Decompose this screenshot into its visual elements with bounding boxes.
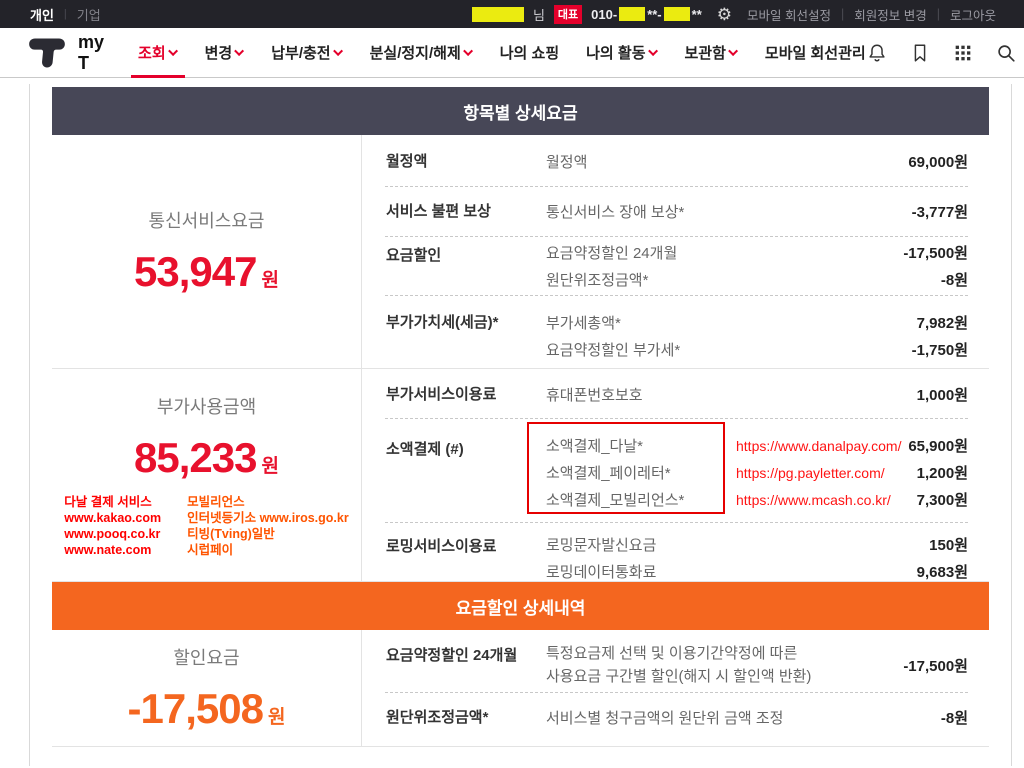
- apps-grid-icon[interactable]: [952, 42, 974, 64]
- nav-item-change[interactable]: 변경: [205, 28, 245, 78]
- chevron-down-icon: [647, 46, 658, 57]
- chevron-down-icon: [462, 46, 473, 57]
- row-label: 로밍서비스이용료: [386, 538, 497, 555]
- table-row: 로밍서비스이용료 로밍문자발신요금 150원 로밍데이터통화료 9,683원: [362, 523, 989, 596]
- summary-title: 할인요금: [173, 647, 240, 668]
- row-label: 요금약정할인 24개월: [386, 647, 518, 664]
- table-row: 요금약정할인 24개월 특정요금제 선택 및 이용기간약정에 따른 사용요금 구…: [362, 632, 989, 692]
- section-header-itemized-charges: 항목별 상세요금: [52, 87, 989, 135]
- redacted-phone-part: [663, 7, 690, 21]
- payment-url-link[interactable]: https://pg.payletter.com/: [724, 465, 917, 481]
- table-row: 월정액 월정액 69,000원: [362, 137, 989, 186]
- summary-additional-usage: 부가사용금액 85,233 원 다날 결제 서비스 www.kakao.com ww…: [52, 369, 362, 581]
- segment-personal[interactable]: 개인: [30, 5, 54, 24]
- chevron-down-icon: [234, 46, 245, 57]
- bookmark-icon[interactable]: [909, 42, 931, 64]
- annotation-mobilians-services: 모빌리언스 인터넷등기소 www.iros.go.kr 티빙(Tving)일반 시럽…: [187, 494, 349, 557]
- t-logo-icon[interactable]: [28, 36, 66, 70]
- summary-amount: 53,947 원: [134, 248, 279, 295]
- summary-title: 부가사용금액: [156, 396, 257, 417]
- divider: |: [936, 7, 940, 21]
- nav-item-mobile-line-mgmt[interactable]: 모바일 회선관리: [765, 28, 866, 78]
- section-telecom-service: 통신서비스요금 53,947 원 월정액 월정액 69,000원 서비스 불편 보상…: [52, 135, 989, 369]
- utility-bar: 개인 | 기업 님 대표 010- **- ** ⚙ 모바일 회선설정 | 회원정보…: [0, 0, 1024, 28]
- divider: |: [63, 8, 67, 20]
- chevron-down-icon: [167, 46, 178, 57]
- section-additional-usage: 부가사용금액 85,233 원 다날 결제 서비스 www.kakao.com ww…: [52, 369, 989, 582]
- main-navbar: my T 조회 변경 납부/충전 분실/정지/해제 나의 쇼핑 나의 활동 보관…: [0, 28, 1024, 78]
- row-label: 부가가치세(세금)*: [386, 314, 499, 331]
- chevron-down-icon: [728, 46, 738, 57]
- nav-item-loss-suspend[interactable]: 분실/정지/해제: [370, 28, 473, 78]
- nav-item-my-activity[interactable]: 나의 활동: [586, 28, 658, 78]
- representative-badge: 대표: [553, 4, 583, 24]
- nav-item-inquiry[interactable]: 조회: [131, 28, 185, 78]
- bill-detail-frame: 항목별 상세요금 통신서비스요금 53,947 원 월정액 월정액 69,000원 …: [29, 84, 1012, 766]
- nav-item-payment-recharge[interactable]: 납부/충전: [271, 28, 343, 78]
- row-label: 원단위조정금액*: [386, 709, 489, 726]
- chevron-down-icon: [332, 46, 343, 57]
- summary-amount: 85,233 원: [134, 433, 279, 481]
- bell-icon[interactable]: [866, 42, 888, 64]
- link-mobile-line-settings[interactable]: 모바일 회선설정: [747, 5, 831, 24]
- redacted-user-name: [471, 6, 524, 22]
- search-icon[interactable]: [995, 42, 1017, 64]
- table-row: 부가서비스이용료 휴대폰번호보호 1,000원: [362, 371, 989, 418]
- user-name-suffix: 님: [532, 7, 545, 23]
- summary-title: 통신서비스요금: [148, 211, 265, 231]
- gear-icon[interactable]: ⚙: [717, 6, 732, 23]
- redacted-phone-part: [619, 7, 646, 21]
- brand-my-t[interactable]: my T: [78, 32, 104, 74]
- summary-telecom-service: 통신서비스요금 53,947 원: [52, 135, 362, 368]
- table-row: 서비스 불편 보상 통신서비스 장애 보상* -3,777원: [362, 187, 989, 236]
- nav-menu: 조회 변경 납부/충전 분실/정지/해제 나의 쇼핑 나의 활동 보관함 모바일…: [131, 28, 866, 78]
- table-row: 원단위조정금액* 서비스별 청구금액의 원단위 금액 조정 -8원: [362, 693, 989, 742]
- segment-business[interactable]: 기업: [77, 5, 101, 24]
- link-member-info[interactable]: 회원정보 변경: [854, 5, 926, 24]
- nav-item-storage[interactable]: 보관함: [685, 28, 738, 78]
- link-logout[interactable]: 로그아웃: [950, 5, 996, 24]
- table-row: 부가가치세(세금)* 부가세총액* 7,982원 요금약정할인 부가세* -1,75…: [362, 296, 989, 374]
- nav-item-my-shopping[interactable]: 나의 쇼핑: [500, 28, 559, 78]
- row-label: 서비스 불편 보상: [386, 203, 491, 220]
- payment-url-link[interactable]: https://www.mcash.co.kr/: [724, 492, 917, 508]
- summary-discount: 할인요금 -17,508 원: [52, 630, 362, 746]
- section-discount: 할인요금 -17,508 원 요금약정할인 24개월 특정요금제 선택 및 이용기…: [52, 630, 989, 747]
- row-label: 월정액: [386, 153, 428, 170]
- micro-payment-row: 소액결제 (#) 소액결제_다날* https://www.danalpay.c…: [362, 419, 989, 522]
- annotation-danal-services: 다날 결제 서비스 www.kakao.com www.pooq.co.kr www…: [64, 494, 162, 557]
- payment-url-link[interactable]: https://www.danalpay.com/: [724, 438, 908, 454]
- user-phone-number: 010- **- **: [591, 6, 702, 22]
- summary-amount: -17,508 원: [127, 684, 286, 732]
- row-label: 소액결제 (#): [386, 441, 464, 458]
- payment-annotations: 다날 결제 서비스 www.kakao.com www.pooq.co.kr www…: [64, 494, 348, 558]
- row-label: 부가서비스이용료: [386, 386, 497, 403]
- divider: |: [841, 7, 845, 21]
- table-row: 요금할인 요금약정할인 24개월 -17,500원 원단위조정금액* -8원: [362, 237, 989, 295]
- row-label: 요금할인: [386, 247, 442, 264]
